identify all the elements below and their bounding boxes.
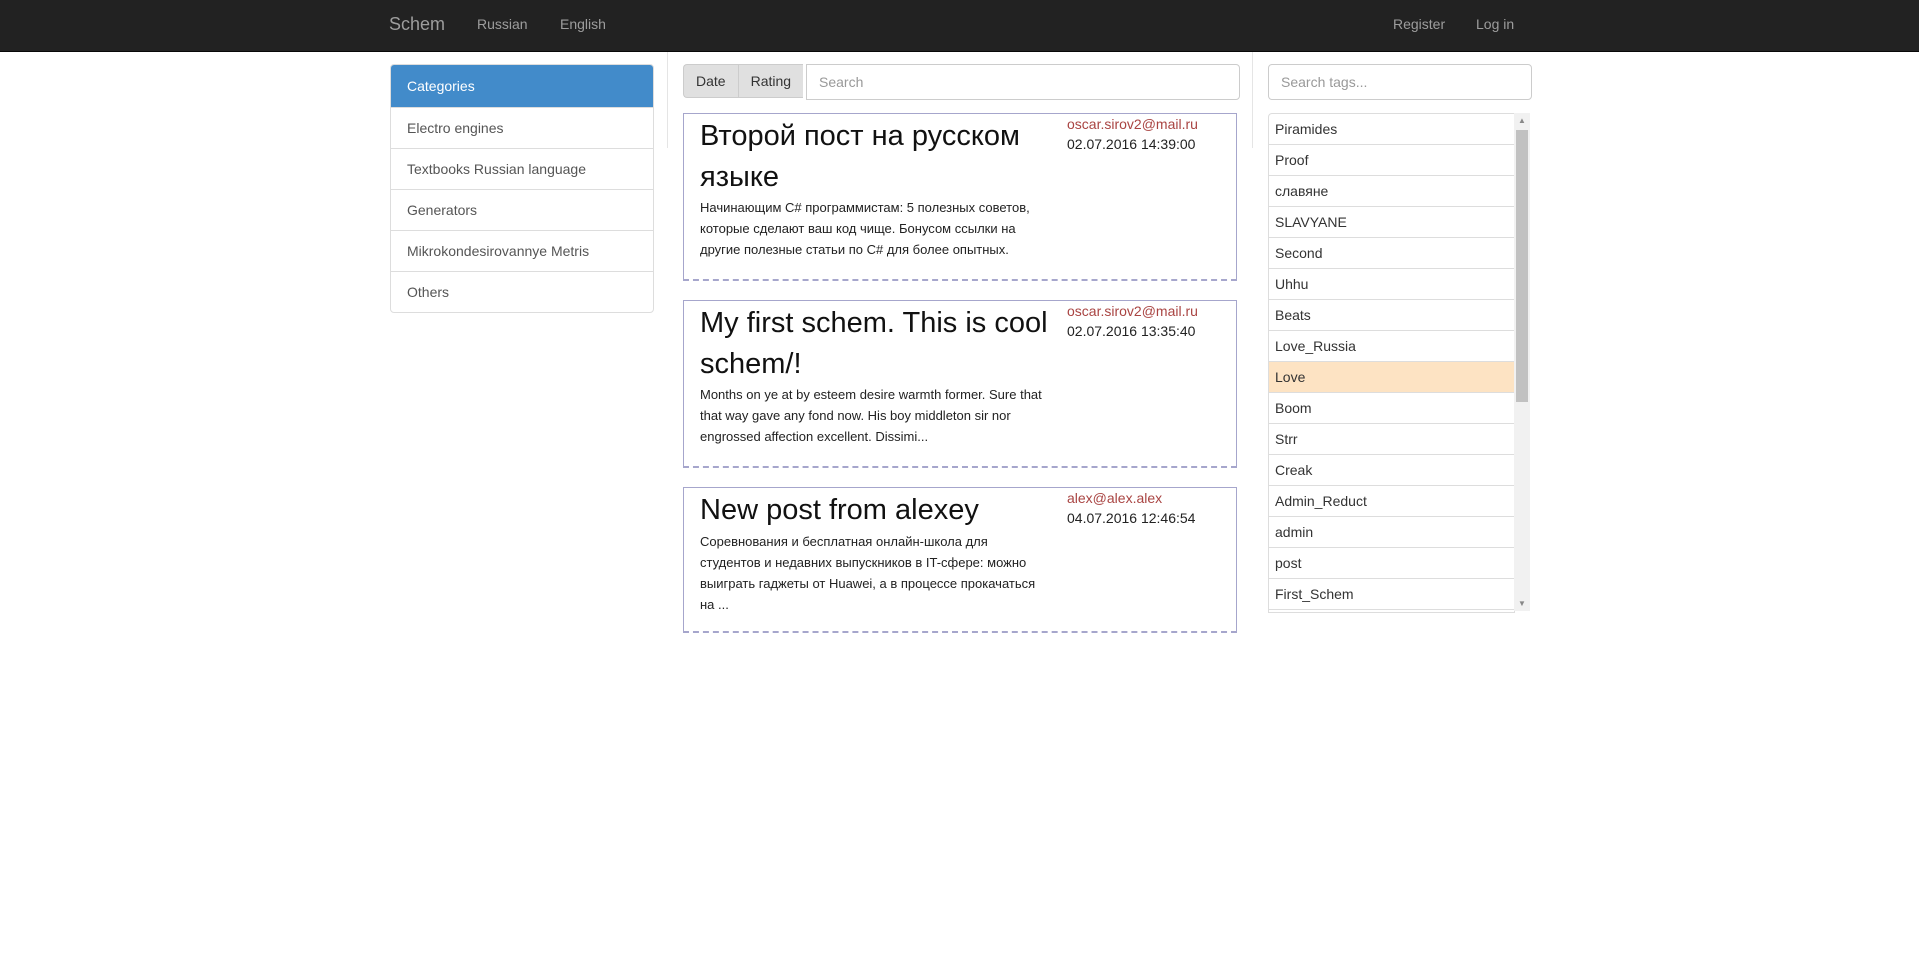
search-input[interactable] xyxy=(806,64,1240,100)
tag-item[interactable]: Proof xyxy=(1269,145,1514,176)
tag-item[interactable]: SLAVYANE xyxy=(1269,207,1514,238)
tag-item[interactable]: Love xyxy=(1269,362,1514,393)
tag-item[interactable]: Beats xyxy=(1269,300,1514,331)
post-date: 04.07.2016 12:46:54 xyxy=(1067,510,1196,526)
tag-item[interactable]: славяне xyxy=(1269,176,1514,207)
tag-item[interactable]: Creak xyxy=(1269,455,1514,486)
categories-header: Categories xyxy=(391,65,653,107)
tag-item[interactable]: Boom xyxy=(1269,393,1514,424)
post-card[interactable]: My first schem. This is cool schem/! Mon… xyxy=(683,300,1237,468)
nav-english[interactable]: English xyxy=(560,16,606,32)
category-item[interactable]: Others xyxy=(391,271,653,312)
scroll-up-icon[interactable]: ▲ xyxy=(1514,116,1530,125)
tag-item[interactable]: Love_Russia xyxy=(1269,331,1514,362)
tag-list: Piramides Proof славяне SLAVYANE Second Uhhu B… xyxy=(1268,113,1515,613)
tag-list-scrollbar[interactable]: ▲ ▼ xyxy=(1514,113,1530,611)
post-title[interactable]: My first schem. This is cool schem/! xyxy=(700,303,1050,385)
login-link[interactable]: Log in xyxy=(1476,16,1514,32)
post-author[interactable]: oscar.sirov2@mail.ru xyxy=(1067,116,1198,132)
nav-russian[interactable]: Russian xyxy=(477,16,528,32)
tag-item[interactable]: Uhhu xyxy=(1269,269,1514,300)
post-author[interactable]: oscar.sirov2@mail.ru xyxy=(1067,303,1198,319)
register-link[interactable]: Register xyxy=(1393,16,1445,32)
brand-link[interactable]: Schem xyxy=(389,14,445,35)
category-item[interactable]: Electro engines xyxy=(391,107,653,148)
tag-item[interactable]: First_Schem xyxy=(1269,579,1514,610)
tag-item[interactable]: admin xyxy=(1269,517,1514,548)
post-card[interactable]: New post from alexey Соревнования и бесп… xyxy=(683,487,1237,633)
tag-search-input[interactable] xyxy=(1268,64,1532,100)
category-item[interactable]: Mikrokondesirovannye Metris xyxy=(391,230,653,271)
post-excerpt: Начинающим C# программистам: 5 полезных … xyxy=(700,200,1030,257)
post-date: 02.07.2016 14:39:00 xyxy=(1067,136,1196,152)
category-item[interactable]: Textbooks Russian language xyxy=(391,148,653,189)
category-item[interactable]: Generators xyxy=(391,189,653,230)
tag-item[interactable]: Piramides xyxy=(1269,114,1514,145)
feed-toolbar: Date Rating xyxy=(683,64,1240,100)
tag-item[interactable]: Second xyxy=(1269,238,1514,269)
tag-item[interactable]: Strr xyxy=(1269,424,1514,455)
post-date: 02.07.2016 13:35:40 xyxy=(1067,323,1196,339)
post-excerpt: Months on ye at by esteem desire warmth … xyxy=(700,387,1042,444)
scroll-down-icon[interactable]: ▼ xyxy=(1514,599,1530,608)
post-title[interactable]: Второй пост на русском языке xyxy=(700,116,1050,198)
post-excerpt: Соревнования и бесплатная онлайн-школа д… xyxy=(700,534,1036,612)
sort-date-button[interactable]: Date xyxy=(683,64,738,98)
tag-item[interactable]: Admin_Reduct xyxy=(1269,486,1514,517)
sort-rating-button[interactable]: Rating xyxy=(737,64,804,98)
post-title[interactable]: New post from alexey xyxy=(700,490,1050,531)
tag-item[interactable]: post xyxy=(1269,548,1514,579)
divider xyxy=(1252,52,1253,148)
divider xyxy=(667,52,668,148)
post-author[interactable]: alex@alex.alex xyxy=(1067,490,1162,506)
post-card[interactable]: Второй пост на русском языке Начинающим … xyxy=(683,113,1237,281)
navbar: Schem Russian English Register Log in xyxy=(0,0,1919,52)
scrollbar-thumb[interactable] xyxy=(1516,130,1528,402)
categories-panel: Categories Electro engines Textbooks Rus… xyxy=(390,64,654,313)
